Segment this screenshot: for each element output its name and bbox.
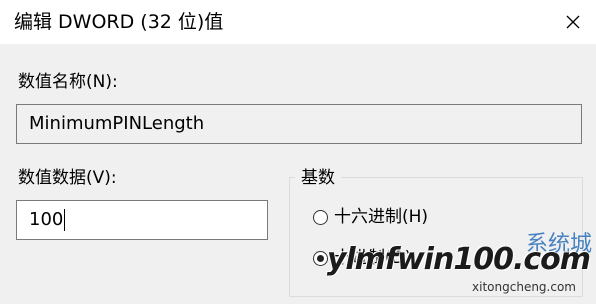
title-bar: 编辑 DWORD (32 位)值 — [0, 0, 596, 44]
close-icon — [566, 15, 580, 29]
value-data-input[interactable]: 100 — [16, 200, 268, 240]
radio-hexadecimal-indicator — [313, 209, 328, 225]
value-name-text: MinimumPINLength — [29, 113, 205, 134]
value-name-label: 数值名称(N): — [18, 72, 118, 92]
radio-hexadecimal-label: 十六进制(H) — [334, 207, 429, 227]
value-data-label: 数值数据(V): — [18, 168, 117, 188]
radio-decimal-indicator — [313, 250, 328, 266]
value-name-field[interactable]: MinimumPINLength — [16, 104, 582, 144]
base-legend: 基数 — [295, 166, 341, 190]
radio-decimal-label: 十进制(D) — [334, 248, 412, 268]
base-groupbox — [289, 177, 583, 297]
radio-hexadecimal[interactable]: 十六进制(H) — [313, 204, 428, 230]
dialog-title: 编辑 DWORD (32 位)值 — [14, 11, 224, 33]
text-caret — [64, 209, 66, 231]
close-button[interactable] — [550, 0, 596, 44]
radio-decimal[interactable]: 十进制(D) — [313, 245, 411, 271]
value-data-text: 100 — [29, 209, 64, 230]
